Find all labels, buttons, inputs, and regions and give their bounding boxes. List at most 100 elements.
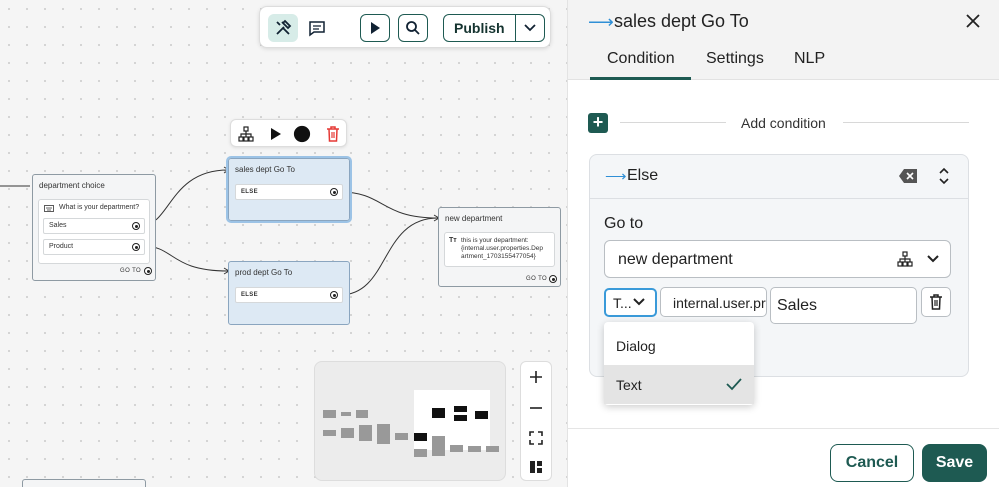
else-row[interactable]: ELSE: [235, 287, 343, 303]
node-title: department choice: [39, 181, 105, 190]
type-value: T...: [613, 295, 632, 311]
build-mode-button[interactable]: [268, 14, 298, 42]
tools-icon: [276, 19, 292, 35]
publish-button[interactable]: Publish: [443, 14, 545, 42]
type-dropdown-menu: Dialog Text: [604, 322, 754, 405]
divider: [620, 122, 726, 123]
choice-prompt: What is your department?: [59, 204, 140, 211]
condition-header[interactable]: ⟶ Else: [590, 155, 968, 199]
text-line: this is your department:: [461, 237, 529, 244]
zoom-controls: [520, 361, 552, 481]
node-new-department[interactable]: new department Tт this is your departmen…: [438, 207, 561, 287]
node-title: new department: [445, 214, 503, 223]
save-button[interactable]: Save: [922, 444, 987, 482]
type-select[interactable]: T...: [604, 288, 657, 317]
offscreen-node[interactable]: [22, 479, 146, 487]
close-icon[interactable]: [964, 12, 982, 30]
chevron-down-icon: [633, 298, 645, 306]
footer-divider: [567, 428, 999, 429]
goto-field-label: Go to: [604, 215, 644, 232]
option-label: Text: [616, 377, 642, 393]
else-row[interactable]: ELSE: [235, 184, 343, 200]
fit-view-button[interactable]: [521, 423, 551, 453]
dropdown-option-text[interactable]: Text: [604, 365, 754, 404]
chevron-down-icon: [524, 24, 536, 32]
choice-block: What is your department? Sales Product: [38, 199, 150, 264]
sort-icon[interactable]: [937, 166, 951, 186]
node-toolbar: [230, 119, 347, 147]
publish-label: Publish: [454, 20, 505, 36]
goto-label: GO TO: [120, 268, 142, 274]
canvas-toolbar: Publish: [259, 6, 551, 48]
destination-value: new department: [618, 251, 733, 268]
tab-nlp[interactable]: NLP: [794, 50, 825, 68]
fullscreen-icon: [529, 431, 543, 445]
publish-options-button[interactable]: [514, 15, 544, 41]
zoom-in-button[interactable]: [521, 362, 551, 392]
panel-header: ⟶ sales dept Go To Condition Settings NL…: [568, 0, 999, 80]
choice-option-sales[interactable]: Sales: [43, 218, 145, 234]
text-line: artment_1703155477054}: [461, 253, 536, 260]
add-condition-button[interactable]: +: [588, 113, 608, 133]
output-port[interactable]: [132, 243, 140, 251]
output-port[interactable]: [330, 188, 338, 196]
flow-canvas[interactable]: Publish department choice What is your d…: [0, 0, 567, 487]
active-tab-indicator: [590, 77, 691, 80]
add-condition-label[interactable]: Add condition: [741, 115, 826, 131]
node-prod-dept-goto[interactable]: prod dept Go To ELSE: [228, 261, 350, 325]
cancel-button[interactable]: Cancel: [830, 444, 914, 482]
node-title: sales dept Go To: [235, 165, 295, 174]
option-label: Dialog: [616, 338, 656, 354]
record-icon[interactable]: [293, 125, 311, 143]
layout-icon: [530, 461, 542, 473]
value-input[interactable]: Sales: [770, 287, 917, 324]
option-label: Product: [49, 243, 74, 250]
delete-rule-button[interactable]: [921, 287, 951, 317]
condition-label: Else: [627, 167, 659, 184]
arrow-right-icon: ⟶: [588, 12, 614, 32]
minus-icon: [530, 407, 542, 409]
node-department-choice[interactable]: department choice What is your departmen…: [32, 174, 156, 281]
backspace-icon[interactable]: [898, 168, 918, 184]
arrow-right-icon: ⟶: [605, 168, 627, 185]
node-sales-dept-goto[interactable]: sales dept Go To ELSE: [226, 156, 352, 223]
search-icon: [406, 21, 420, 35]
text-content: this is your department: {internal.user.…: [461, 237, 543, 261]
destination-select[interactable]: new department: [604, 240, 951, 278]
keyboard-icon: [44, 205, 54, 212]
goto-port[interactable]: [144, 267, 152, 275]
row-label: ELSE: [241, 189, 258, 195]
text-block: Tт this is your department: {internal.us…: [444, 232, 555, 267]
output-port[interactable]: [132, 222, 140, 230]
divider: [843, 122, 969, 123]
search-button[interactable]: [398, 14, 428, 42]
dropdown-option-dialog[interactable]: Dialog: [604, 326, 754, 365]
option-label: Sales: [49, 222, 67, 229]
hierarchy-icon[interactable]: [237, 125, 255, 143]
text-type-icon: Tт: [449, 237, 457, 244]
text-line: {internal.user.properties.Dep: [461, 245, 544, 252]
minimap[interactable]: [314, 361, 506, 481]
variable-value: internal.user.properties.Department: [673, 295, 767, 311]
output-port[interactable]: [330, 291, 338, 299]
panel-title: sales dept Go To: [614, 11, 749, 31]
preview-button[interactable]: [360, 14, 390, 42]
auto-layout-button[interactable]: [521, 452, 551, 482]
comment-icon: [309, 21, 325, 37]
goto-port[interactable]: [549, 275, 557, 283]
minimap-viewport[interactable]: [414, 390, 490, 450]
chevron-down-icon: [927, 255, 939, 263]
goto-label: GO TO: [526, 276, 548, 282]
play-icon[interactable]: [267, 125, 285, 143]
choice-option-product[interactable]: Product: [43, 239, 145, 255]
check-icon: [726, 378, 742, 391]
trash-icon[interactable]: [324, 125, 342, 143]
comments-button[interactable]: [302, 14, 332, 42]
zoom-out-button[interactable]: [521, 393, 551, 423]
plus-icon: [530, 371, 542, 383]
tab-condition[interactable]: Condition: [607, 50, 675, 68]
variable-input[interactable]: internal.user.properties.Department: [660, 287, 767, 317]
tab-settings[interactable]: Settings: [706, 50, 764, 68]
hierarchy-icon: [897, 251, 913, 267]
value-text: Sales: [777, 297, 818, 314]
